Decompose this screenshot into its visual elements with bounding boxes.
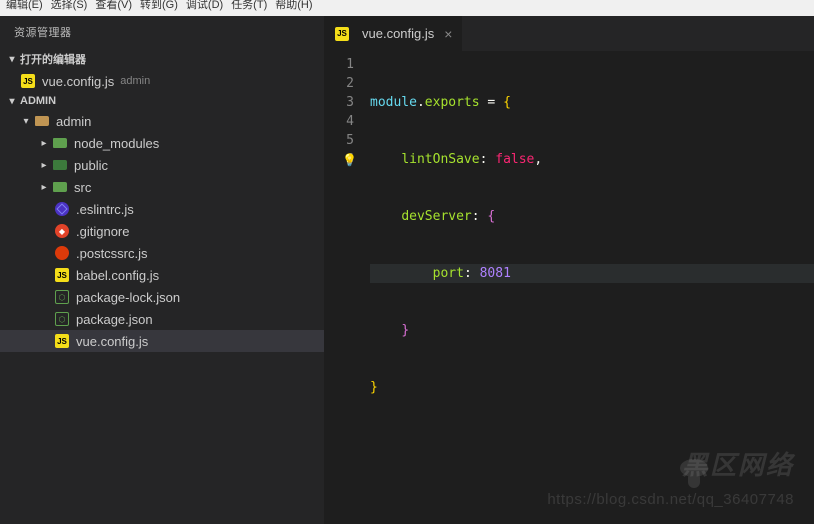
line-number: 5: [324, 131, 354, 150]
js-file-icon: JS: [54, 267, 70, 283]
chevron-right-icon: ▸: [38, 138, 50, 149]
tree-file-babel[interactable]: JS babel.config.js: [0, 264, 324, 286]
code-line: }: [370, 378, 814, 397]
menu-help[interactable]: 帮助(H): [275, 0, 312, 11]
tabbar: JS vue.config.js ×: [324, 16, 814, 51]
json-file-icon: ⬡: [54, 311, 70, 327]
folder-open-icon: [34, 113, 50, 129]
tree-file-package[interactable]: ⬡ package.json: [0, 308, 324, 330]
open-editor-filename: vue.config.js: [42, 74, 114, 89]
tree-label: package.json: [76, 312, 153, 327]
menu-tasks[interactable]: 任务(T): [231, 0, 267, 11]
tree-folder-src[interactable]: ▸ src: [0, 176, 324, 198]
lightbulb-icon[interactable]: 💡: [342, 151, 357, 170]
tree-folder-public[interactable]: ▸ public: [0, 154, 324, 176]
git-icon: ◆: [54, 223, 70, 239]
tree-label: src: [74, 180, 91, 195]
code-line: }: [370, 321, 814, 340]
open-editor-path: admin: [120, 75, 150, 87]
open-editors-header[interactable]: ▾ 打开的编辑器: [0, 48, 324, 70]
folder-icon: [52, 135, 68, 151]
tree-label: babel.config.js: [76, 268, 159, 283]
menu-select[interactable]: 选择(S): [51, 0, 88, 11]
line-number: 1: [324, 55, 354, 74]
js-file-icon: JS: [334, 26, 350, 42]
tree-folder-node-modules[interactable]: ▸ node_modules: [0, 132, 324, 154]
watermark-url: https://blog.csdn.net/qq_36407748: [547, 491, 794, 508]
chevron-right-icon: ▸: [38, 182, 50, 193]
tree-file-gitignore[interactable]: ◆ .gitignore: [0, 220, 324, 242]
menu-edit[interactable]: 编辑(E): [6, 0, 43, 11]
tree-label: .gitignore: [76, 224, 129, 239]
tree-file-vue-config[interactable]: JS vue.config.js: [0, 330, 324, 352]
line-number: 2: [324, 74, 354, 93]
explorer-title: 资源管理器: [0, 16, 324, 48]
menu-goto[interactable]: 转到(G): [140, 0, 178, 11]
chevron-down-icon: ▾: [6, 96, 18, 107]
eslint-icon: [54, 201, 70, 217]
code-line: devServer: {: [370, 207, 814, 226]
close-icon[interactable]: ×: [444, 26, 452, 42]
line-number: 3: [324, 93, 354, 112]
code-line: module.exports = {: [370, 93, 814, 112]
chevron-down-icon: ▾: [20, 116, 32, 127]
line-gutter: 1 2 3 4 5 6: [324, 55, 370, 524]
editor-body[interactable]: 1 2 3 4 5 6 module.exports = { 💡 lintOnS…: [324, 51, 814, 524]
menu-debug[interactable]: 调试(D): [186, 0, 223, 11]
open-editor-item[interactable]: JS vue.config.js admin: [0, 70, 324, 92]
js-file-icon: JS: [20, 73, 36, 89]
code-line: port: 8081: [370, 264, 814, 283]
folder-icon: [52, 179, 68, 195]
tab-vue-config[interactable]: JS vue.config.js ×: [324, 16, 462, 51]
tree-label: vue.config.js: [76, 334, 148, 349]
tree-label: .postcssrc.js: [76, 246, 148, 261]
tree-folder-admin[interactable]: ▾ admin: [0, 110, 324, 132]
menubar: 编辑(E) 选择(S) 查看(V) 转到(G) 调试(D) 任务(T) 帮助(H…: [0, 0, 814, 16]
tree-label: node_modules: [74, 136, 159, 151]
tree-file-package-lock[interactable]: ⬡ package-lock.json: [0, 286, 324, 308]
chevron-right-icon: ▸: [38, 160, 50, 171]
editor-pane: JS vue.config.js × 1 2 3 4 5 6 module.ex…: [324, 16, 814, 524]
tree-label: .eslintrc.js: [76, 202, 134, 217]
tree-file-postcssrc[interactable]: .postcssrc.js: [0, 242, 324, 264]
json-file-icon: ⬡: [54, 289, 70, 305]
tree-label: package-lock.json: [76, 290, 180, 305]
explorer-sidebar: 资源管理器 ▾ 打开的编辑器 JS vue.config.js admin ▾ …: [0, 16, 324, 524]
js-file-icon: JS: [54, 333, 70, 349]
project-header[interactable]: ▾ ADMIN: [0, 92, 324, 110]
postcss-icon: [54, 245, 70, 261]
tree-label: admin: [56, 114, 91, 129]
watermark-brand: 黑区网络: [682, 445, 794, 482]
menu-view[interactable]: 查看(V): [95, 0, 132, 11]
line-number: 4: [324, 112, 354, 131]
tree-label: public: [74, 158, 108, 173]
tab-title: vue.config.js: [362, 26, 434, 41]
tree-file-eslintrc[interactable]: .eslintrc.js: [0, 198, 324, 220]
code-line: 💡 lintOnSave: false,: [370, 150, 814, 169]
folder-icon: [52, 157, 68, 173]
chevron-down-icon: ▾: [6, 54, 18, 65]
